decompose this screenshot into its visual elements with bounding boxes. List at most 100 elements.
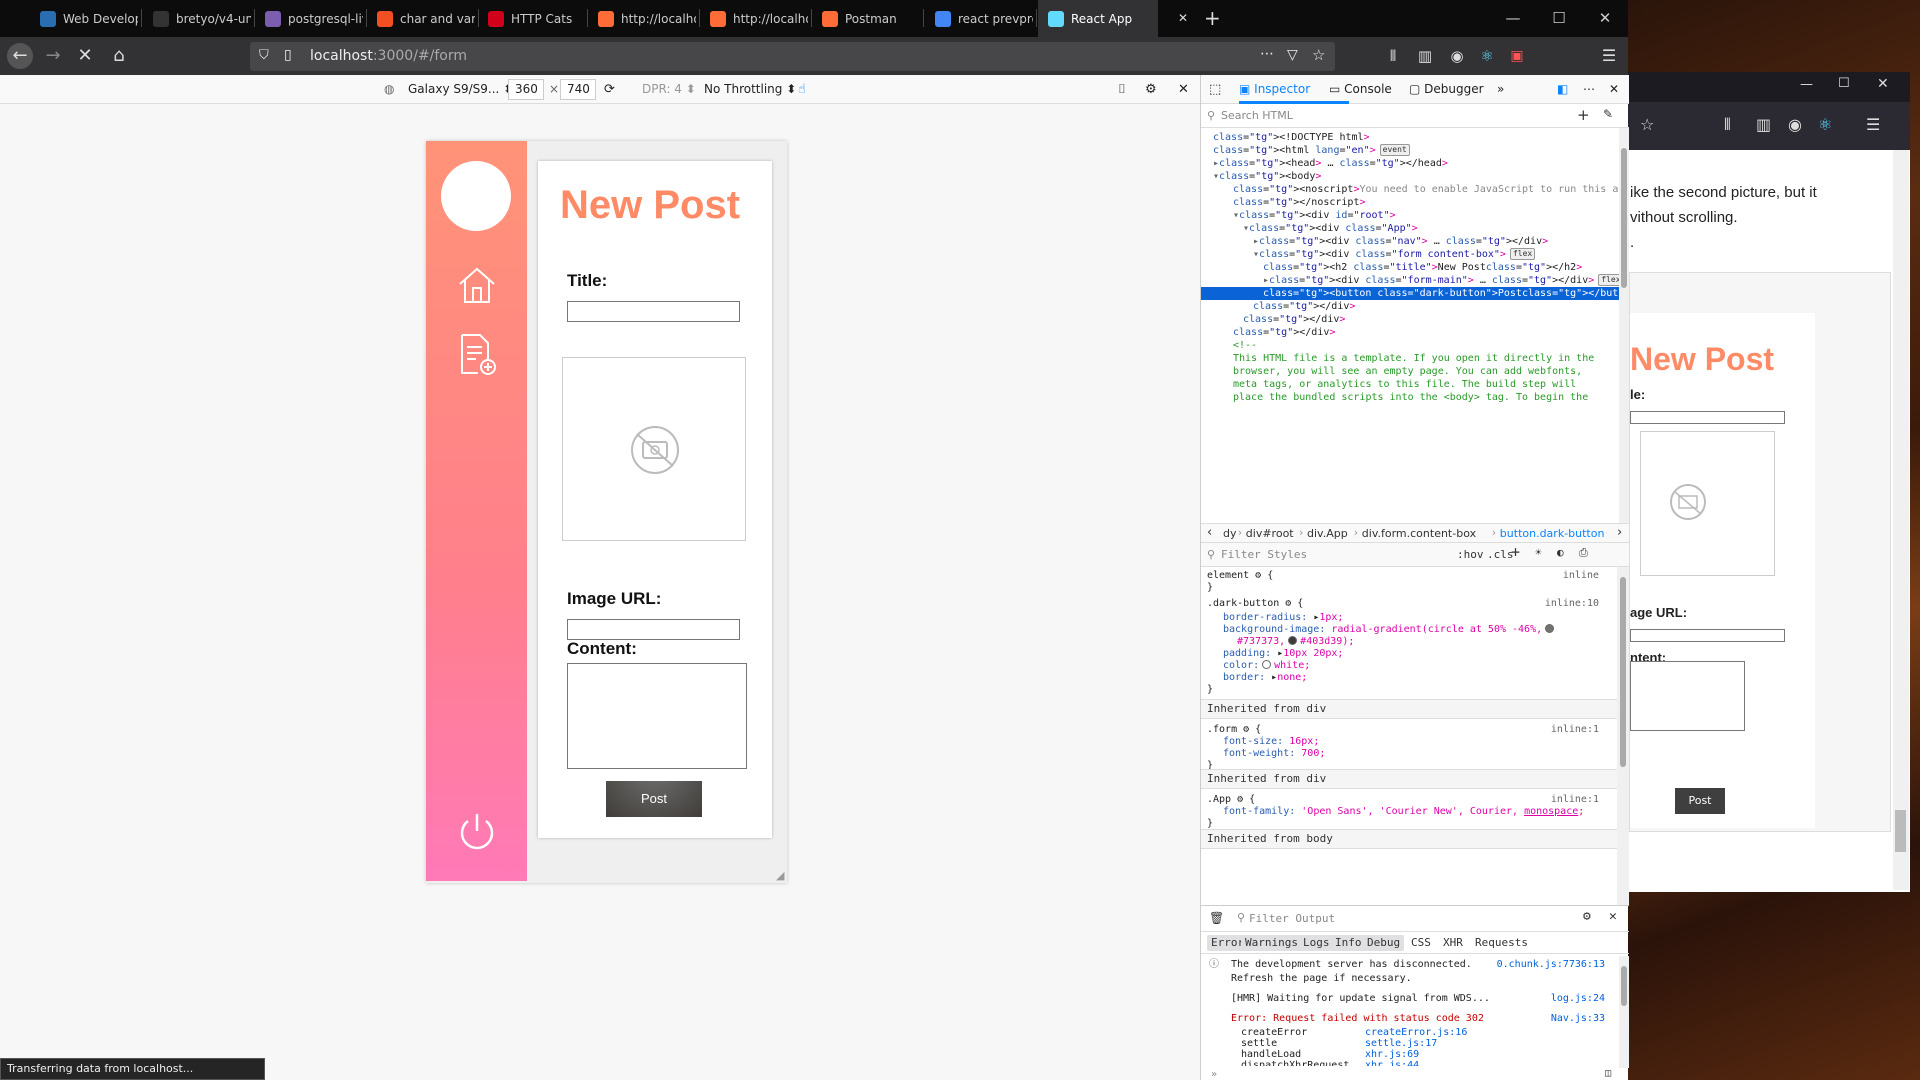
tab-postman[interactable]: Postman [812, 0, 920, 37]
markup-node[interactable]: browser, you will see an empty page. You… [1201, 365, 1619, 378]
library-icon[interactable]: ⫴ [1724, 115, 1731, 135]
markup-node[interactable]: ▸class="tg"><head> … class="tg"></head> [1201, 157, 1619, 170]
avatar[interactable] [441, 161, 511, 231]
home-button[interactable]: ⌂ [106, 43, 132, 69]
console-scrollbar[interactable] [1619, 956, 1629, 1068]
flex-badge[interactable]: flex [1509, 248, 1536, 260]
new-post-nav-icon[interactable] [456, 333, 498, 375]
device-selector[interactable]: Galaxy S9/S9... ⬍ [408, 82, 513, 96]
breadcrumb-right-icon[interactable]: › [1617, 525, 1622, 540]
markup-node[interactable]: meta tags, or analytics to this file. Th… [1201, 378, 1619, 391]
markup-node-selected[interactable]: class="tg"><button class="dark-button">P… [1201, 287, 1619, 300]
maximize-icon[interactable]: ☐ [1536, 0, 1582, 37]
react-devtools-icon[interactable]: ⚛ [1818, 115, 1832, 134]
url-text[interactable]: localhost:3000/#/form [310, 48, 467, 64]
tab-cat[interactable]: HTTP Cats [478, 0, 584, 37]
forward-button[interactable]: → [40, 43, 66, 69]
event-badge[interactable]: event [1379, 144, 1410, 156]
tab-microsoft[interactable]: char and varchar [367, 0, 475, 37]
content-textarea[interactable] [567, 663, 747, 769]
viewport-width-input[interactable]: 360 [508, 79, 544, 100]
cls-button[interactable]: .cls [1487, 548, 1514, 562]
pocket-icon[interactable]: ▽ [1287, 47, 1298, 63]
second-window-scrollbar[interactable] [1893, 150, 1909, 890]
extension-icon[interactable]: ▣ [1504, 43, 1530, 69]
tab-react[interactable]: React App [1038, 0, 1158, 37]
markup-node[interactable]: class="tg"></noscript> [1201, 196, 1619, 209]
tab-console[interactable]: ▭ Console [1329, 82, 1392, 96]
tab-tab-globe[interactable]: Web Developmen [30, 0, 138, 37]
close-rdm-icon[interactable]: ✕ [1178, 82, 1189, 97]
close-devtools-icon[interactable]: ✕ [1609, 82, 1619, 96]
page-info-icon[interactable]: ▯ [284, 47, 292, 63]
screenshot-icon[interactable]: ⌷ [1118, 82, 1126, 97]
resize-handle-icon[interactable]: ◢ [776, 869, 784, 882]
css-declaration[interactable]: border: ▸none; [1223, 671, 1307, 685]
sidebar-icon[interactable]: ▥ [1756, 115, 1771, 134]
editor-mode-icon[interactable]: ◫ [1605, 1067, 1611, 1080]
rule-source[interactable]: inline [1563, 569, 1599, 583]
markup-node[interactable]: ▸class="tg"><div class="form-main"> … cl… [1201, 274, 1619, 287]
throttle-selector[interactable]: No Throttling ⬍ [704, 82, 796, 96]
color-swatch[interactable] [1288, 636, 1298, 645]
url-bar[interactable]: ⛉ ▯ localhost:3000/#/form ⋯ ▽ ☆ [250, 42, 1335, 71]
markup-node[interactable]: This HTML file is a template. If you ope… [1201, 352, 1619, 365]
css-declaration[interactable]: font-weight: 700; [1223, 747, 1325, 761]
console-input[interactable]: » ◫ [1201, 1068, 1629, 1080]
markup-scrollbar[interactable] [1619, 128, 1629, 523]
touch-simulation-icon[interactable]: ☝ [798, 82, 806, 97]
shield-icon[interactable]: ⛉ [259, 48, 269, 63]
close-window-icon[interactable]: ✕ [1582, 0, 1628, 37]
markup-node[interactable]: ▾class="tg"><div class="App"> [1201, 222, 1619, 235]
logout-nav-icon[interactable] [456, 811, 498, 853]
options-icon[interactable]: ⋯ [1583, 82, 1595, 96]
markup-node[interactable]: ▾class="tg"><body> [1201, 170, 1619, 183]
search-html-input[interactable]: Search HTML [1221, 109, 1293, 122]
markup-node[interactable]: class="tg"><noscript>You need to enable … [1201, 183, 1619, 196]
scrollbar-thumb[interactable] [1620, 577, 1626, 767]
hov-button[interactable]: :hov [1457, 548, 1484, 562]
breadcrumb-item[interactable]: div.App [1307, 527, 1348, 540]
tab-github[interactable]: bretyo/v4-unit-as [143, 0, 251, 37]
dpr-selector[interactable]: DPR: 4 ⬍ [642, 82, 696, 96]
account-icon[interactable]: ◉ [1444, 43, 1470, 69]
tab-heroku[interactable]: postgresql-lively- [255, 0, 363, 37]
add-rule-icon[interactable]: + [1511, 545, 1520, 560]
breadcrumb-left-icon[interactable]: ‹ [1207, 525, 1212, 540]
menu-icon[interactable]: ☰ [1596, 43, 1622, 69]
rotate-icon[interactable]: ⟳ [604, 82, 615, 97]
color-swatch[interactable] [1262, 660, 1272, 669]
print-icon[interactable]: ⎙ [1579, 546, 1588, 560]
markup-node[interactable]: class="tg"><html lang="en"> event [1201, 144, 1619, 157]
library-icon[interactable]: ⫴ [1380, 43, 1406, 69]
minimize-icon[interactable]: — [1800, 77, 1813, 92]
markup-node[interactable]: ▸class="tg"><div class="nav"> … class="t… [1201, 235, 1619, 248]
eyedropper-icon[interactable]: ✎ [1603, 107, 1613, 121]
tab-postman[interactable]: http://localhost:3 [700, 0, 808, 37]
back-button[interactable]: ← [7, 43, 33, 69]
css-declaration[interactable]: font-family: 'Open Sans', 'Courier New',… [1223, 805, 1584, 819]
markup-node[interactable]: class="tg"><h2 class="title">New Postcla… [1201, 261, 1619, 274]
bookmark-star-icon[interactable]: ☆ [1640, 115, 1654, 134]
markup-node[interactable]: class="tg"></div> [1201, 326, 1619, 339]
new-tab-icon[interactable]: + [1204, 6, 1221, 30]
markup-node[interactable]: place the bundled scripts into the <body… [1201, 391, 1619, 404]
breadcrumb-item[interactable]: div.form.content-box [1362, 527, 1476, 540]
viewport-height-input[interactable]: 740 [560, 79, 596, 100]
stack-frame-link[interactable]: xhr.js:44 [1365, 1059, 1419, 1066]
element-picker-icon[interactable]: ⬚ [1209, 82, 1221, 97]
dock-icon[interactable]: ◧ [1557, 82, 1568, 96]
tab-postman[interactable]: http://localhost:3 [588, 0, 696, 37]
breadcrumb-item[interactable]: dy [1223, 527, 1237, 540]
breadcrumb-item[interactable]: div#root [1246, 527, 1294, 540]
filter-styles-input[interactable]: Filter Styles [1221, 548, 1307, 562]
light-mode-icon[interactable]: ☀ [1535, 546, 1542, 560]
rule-source[interactable]: inline:1 [1551, 723, 1599, 737]
markup-node[interactable]: <!-- [1201, 339, 1619, 352]
tab-debugger[interactable]: ▢ Debugger [1409, 82, 1484, 96]
menu-icon[interactable]: ☰ [1866, 115, 1880, 134]
tab-inspector[interactable]: ▣ Inspector [1239, 82, 1310, 96]
close-icon[interactable]: ✕ [1877, 76, 1889, 92]
breadcrumb-item[interactable]: button.dark-button [1500, 527, 1605, 540]
sidebar-icon[interactable]: ▥ [1412, 43, 1438, 69]
